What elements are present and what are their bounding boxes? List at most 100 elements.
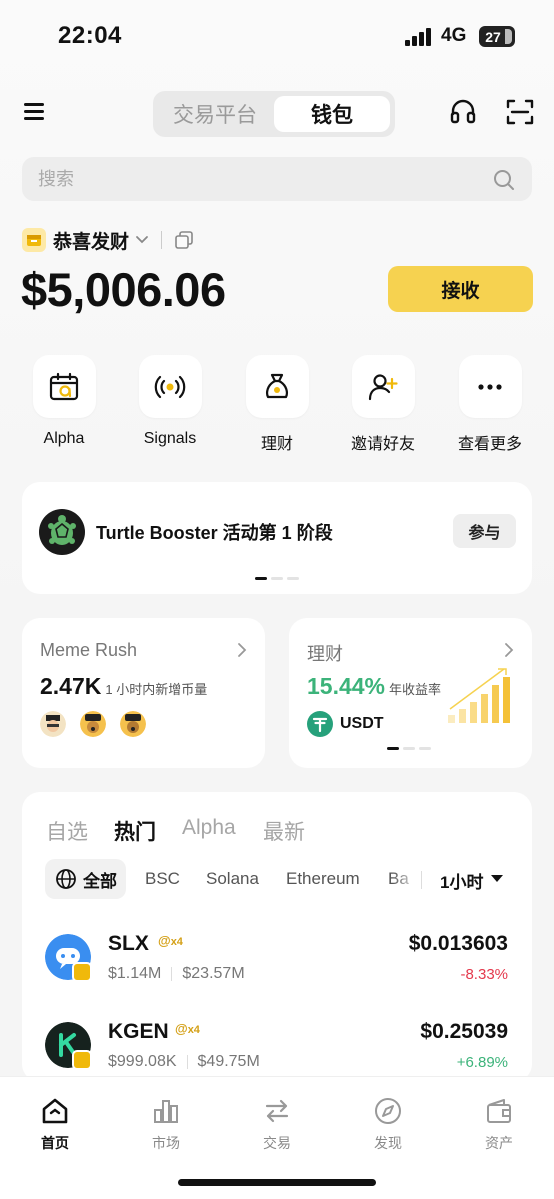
wallet-badge-icon [22, 228, 46, 252]
home-icon [42, 1098, 68, 1124]
status-bar: 22:04 4G 27 [0, 0, 554, 70]
globe-icon [56, 869, 76, 889]
chain-filter-label: 全部 [83, 871, 117, 891]
earn-title: 理财 [307, 644, 343, 664]
token-stats: $999.08K $49.75M [108, 1053, 260, 1070]
tab-alpha[interactable]: Alpha [182, 816, 236, 840]
earn-asset: USDT [340, 715, 384, 732]
token-avatar-icon [120, 711, 146, 737]
headset-icon[interactable] [448, 97, 478, 127]
bsc-chain-badge-icon [72, 962, 92, 982]
meme-rush-value: 2.47K 1 小时内新增币量 [40, 673, 208, 699]
quick-action-label: 邀请好友 [350, 436, 415, 453]
divider [161, 231, 163, 249]
alpha-multiplier: x4 [170, 936, 183, 948]
timeframe-selector[interactable]: 1小时 [440, 868, 483, 893]
alpha-badge-icon: @x4 [158, 933, 183, 948]
meme-rush-subtitle: 1 小时内新增币量 [105, 682, 208, 697]
status-time: 22:04 [58, 22, 122, 49]
quick-action-invite[interactable]: 邀请好友 [343, 355, 423, 454]
quick-action-earn[interactable]: 理财 [237, 355, 317, 454]
earn-card[interactable]: 理财 15.44% 年收益率 USDT [289, 618, 532, 768]
earn-rate: 15.44% [307, 673, 386, 699]
turtle-logo-icon [39, 509, 85, 555]
platform-switcher: 交易平台 钱包 [153, 91, 395, 137]
chevron-right-icon [238, 643, 247, 657]
quick-action-alpha[interactable]: Alpha [24, 355, 104, 448]
nav-assets[interactable]: 资产 [459, 1095, 539, 1153]
wallet-balance: $5,006.06 [21, 263, 226, 316]
money-bag-icon [266, 373, 288, 398]
alpha-multiplier: x4 [187, 1024, 200, 1036]
token-avatar-icon [40, 711, 66, 737]
receive-button[interactable]: 接收 [388, 266, 533, 312]
tab-favorites[interactable]: 自选 [46, 816, 88, 846]
chain-filter-all[interactable]: 全部 [45, 859, 126, 899]
chain-filter-ethereum[interactable]: Ethereum [286, 869, 360, 889]
quick-action-label: 理财 [260, 436, 293, 453]
promo-title: Turtle Booster 活动第 1 阶段 [96, 523, 333, 543]
token-price: $0.25039 [420, 1020, 508, 1043]
token-change: +6.89% [456, 1054, 508, 1071]
token-symbol: KGEN [108, 1020, 169, 1043]
nav-label: 市场 [152, 1135, 180, 1151]
alpha-badge-icon: @x4 [175, 1021, 200, 1036]
scan-icon[interactable] [505, 97, 535, 127]
nav-label: 交易 [263, 1135, 291, 1151]
tab-exchange[interactable]: 交易平台 [157, 96, 273, 132]
alpha-calendar-icon [49, 372, 79, 400]
wallet-name: 恭喜发财 [53, 231, 130, 253]
invite-user-icon [368, 373, 398, 400]
growth-chart-icon [448, 668, 510, 723]
carousel-indicator [255, 577, 299, 581]
earn-rate-label: 年收益率 [389, 682, 442, 697]
chevron-right-icon [505, 643, 514, 657]
network-type: 4G [441, 25, 467, 46]
battery-icon: 27 [479, 26, 515, 47]
nav-label: 首页 [41, 1135, 69, 1151]
token-stats: $1.14M $23.57M [108, 965, 245, 982]
nav-label: 资产 [485, 1135, 513, 1151]
compass-icon [375, 1098, 401, 1124]
join-button[interactable]: 参与 [453, 514, 516, 548]
battery-level: 27 [485, 28, 501, 45]
copy-icon[interactable] [174, 230, 194, 250]
home-indicator [178, 1179, 376, 1186]
chain-filter-bsc[interactable]: BSC [145, 869, 180, 889]
more-icon [478, 383, 502, 390]
quick-action-signals[interactable]: Signals [130, 355, 210, 448]
quick-action-label: Signals [143, 430, 197, 447]
search-input[interactable] [38, 157, 478, 201]
nav-discover[interactable]: 发现 [348, 1095, 428, 1153]
nav-market[interactable]: 市场 [126, 1095, 206, 1153]
tab-newest[interactable]: 最新 [263, 816, 305, 846]
tab-hot[interactable]: 热门 [114, 816, 156, 846]
promo-card[interactable]: Turtle Booster 活动第 1 阶段 参与 [22, 482, 532, 594]
market-chart-icon [154, 1100, 178, 1123]
divider [421, 871, 422, 889]
earn-rate-row: 15.44% 年收益率 [307, 673, 441, 700]
token-change: -8.33% [460, 966, 508, 983]
chain-filter-solana[interactable]: Solana [206, 869, 259, 889]
chain-list-fade [392, 862, 420, 898]
usdt-icon [307, 711, 333, 737]
token-price: $0.013603 [408, 932, 508, 955]
signals-icon [154, 375, 186, 398]
search-icon[interactable] [492, 168, 516, 192]
meme-rush-title: Meme Rush [40, 640, 138, 660]
bsc-chain-badge-icon [72, 1050, 92, 1070]
caret-down-icon[interactable] [491, 875, 503, 882]
meme-rush-card[interactable]: Meme Rush 2.47K 1 小时内新增币量 [22, 618, 265, 768]
search-bar [22, 157, 532, 201]
quick-action-label: 查看更多 [457, 436, 522, 453]
chevron-down-icon [136, 236, 148, 244]
trade-arrows-icon [265, 1099, 289, 1123]
wallet-selector[interactable]: 恭喜发财 [22, 226, 194, 254]
wallet-icon [487, 1099, 511, 1123]
nav-label: 发现 [374, 1135, 402, 1151]
nav-trade[interactable]: 交易 [237, 1095, 317, 1153]
quick-action-more[interactable]: 查看更多 [450, 355, 530, 454]
menu-icon[interactable] [24, 101, 44, 121]
nav-home[interactable]: 首页 [15, 1095, 95, 1153]
tab-wallet[interactable]: 钱包 [274, 96, 390, 132]
